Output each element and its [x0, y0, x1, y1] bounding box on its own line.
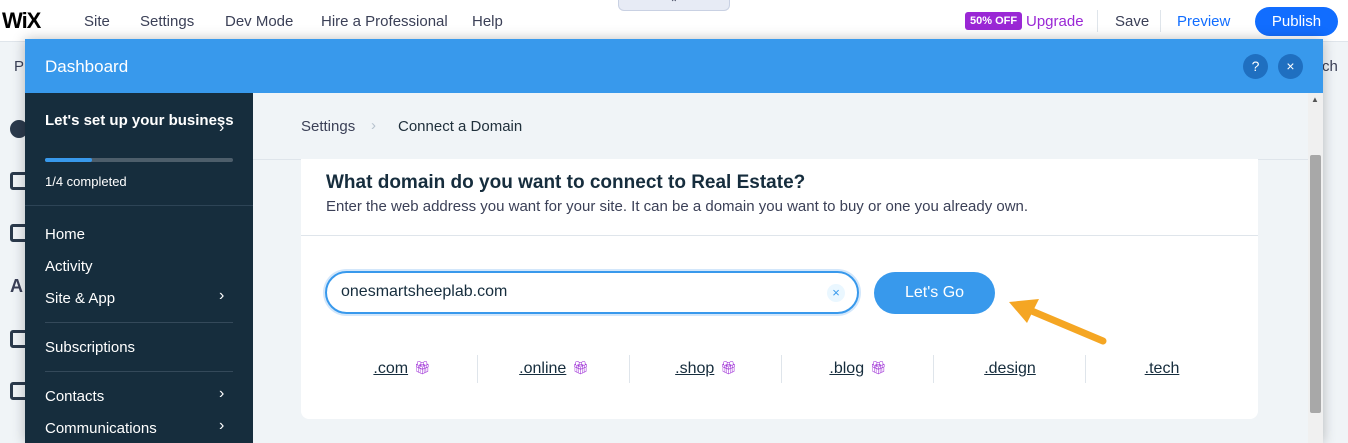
scrollbar[interactable]: ▲: [1308, 93, 1323, 443]
gift-icon: 🎁︎: [414, 361, 431, 376]
dashboard-title: Dashboard: [45, 57, 129, 76]
setup-progress-label: 1/4 completed: [45, 174, 127, 189]
divider: [45, 371, 233, 372]
tld-label[interactable]: .shop: [675, 360, 714, 377]
menu-help[interactable]: Help: [472, 13, 503, 30]
editor-peek-text: ch: [1322, 58, 1338, 75]
pointer-arrow-icon: [1009, 299, 1107, 345]
tld-option[interactable]: .online 🎁︎: [478, 360, 630, 378]
tld-option[interactable]: .com 🎁︎: [326, 360, 478, 378]
breadcrumb-separator-icon: ›: [371, 117, 376, 134]
gift-icon: 🎁︎: [870, 361, 887, 376]
scrollbar-thumb[interactable]: [1310, 155, 1321, 413]
preview-button[interactable]: Preview: [1177, 13, 1230, 30]
editor-peek-text: A: [10, 276, 23, 296]
divider: [45, 322, 233, 323]
chevron-right-icon: ›: [219, 287, 225, 304]
dashboard-sidebar: Let's set up your business › 1/4 complet…: [25, 93, 253, 443]
tld-label[interactable]: .tech: [1145, 360, 1180, 377]
sidebar-item-communications[interactable]: Communications: [45, 420, 157, 437]
tld-option[interactable]: .shop 🎁︎: [630, 360, 782, 378]
sidebar-item-home[interactable]: Home: [45, 226, 85, 243]
gift-icon: 🎁︎: [572, 361, 589, 376]
setup-progress-bar: [45, 158, 233, 162]
chevron-up-icon[interactable]: ⌃: [618, 0, 730, 11]
clear-icon[interactable]: ×: [827, 284, 845, 302]
setup-progress-fill: [45, 158, 92, 162]
tld-label[interactable]: .design: [984, 360, 1036, 377]
domain-input[interactable]: [341, 283, 811, 301]
editor-topbar: WiX Site Settings Dev Mode Hire a Profes…: [0, 0, 1348, 42]
breadcrumb-current: Connect a Domain: [398, 118, 523, 135]
card-title: What domain do you want to connect to Re…: [326, 172, 806, 193]
editor-peek-text: P: [14, 58, 25, 75]
tld-option[interactable]: .design: [934, 360, 1086, 378]
divider: [1160, 10, 1161, 32]
card-subtitle: Enter the web address you want for your …: [326, 198, 1029, 215]
chevron-right-icon: ›: [219, 119, 225, 136]
tld-suggestions: .com 🎁︎ .online 🎁︎ .shop 🎁︎ .blog 🎁︎ .design .tec…: [326, 355, 1236, 385]
tld-label[interactable]: .com: [373, 360, 408, 377]
connect-domain-card: What domain do you want to connect to Re…: [301, 159, 1258, 419]
tld-label[interactable]: .blog: [829, 360, 864, 377]
save-button[interactable]: Save: [1115, 13, 1149, 30]
close-icon[interactable]: ×: [1278, 54, 1303, 79]
setup-business-link[interactable]: Let's set up your business: [45, 111, 235, 131]
main-content: Settings › Connect a Domain What domain …: [253, 93, 1308, 443]
gift-icon: 🎁︎: [720, 361, 737, 376]
menu-dev-mode[interactable]: Dev Mode: [225, 13, 293, 30]
sidebar-item-activity[interactable]: Activity: [45, 258, 93, 275]
lets-go-button[interactable]: Let's Go: [874, 272, 995, 314]
tld-label[interactable]: .online: [519, 360, 566, 377]
dashboard-header: Dashboard ? ×: [25, 39, 1323, 93]
tld-option[interactable]: .blog 🎁︎: [782, 360, 934, 378]
divider: [1097, 10, 1098, 32]
tld-option[interactable]: .tech: [1086, 360, 1238, 378]
sidebar-item-contacts[interactable]: Contacts: [45, 388, 104, 405]
domain-search-field[interactable]: ×: [325, 271, 859, 314]
help-icon[interactable]: ?: [1243, 54, 1268, 79]
divider: [301, 235, 1258, 236]
dashboard-modal: Dashboard ? × Let's set up your business…: [25, 39, 1323, 443]
chevron-right-icon: ›: [219, 417, 225, 434]
menu-site[interactable]: Site: [84, 13, 110, 30]
menu-settings[interactable]: Settings: [140, 13, 194, 30]
breadcrumb-settings[interactable]: Settings: [301, 118, 355, 135]
divider: [25, 205, 253, 206]
discount-badge: 50% OFF: [965, 12, 1023, 30]
scroll-up-arrow-icon[interactable]: ▲: [1311, 95, 1319, 104]
chevron-right-icon: ›: [219, 385, 225, 402]
sidebar-item-subscriptions[interactable]: Subscriptions: [45, 339, 135, 356]
sidebar-item-site-app[interactable]: Site & App: [45, 290, 115, 307]
menu-hire-professional[interactable]: Hire a Professional: [321, 13, 448, 30]
upgrade-link[interactable]: Upgrade: [1026, 13, 1084, 30]
publish-button[interactable]: Publish: [1255, 7, 1338, 36]
wix-logo: WiX: [2, 8, 41, 33]
